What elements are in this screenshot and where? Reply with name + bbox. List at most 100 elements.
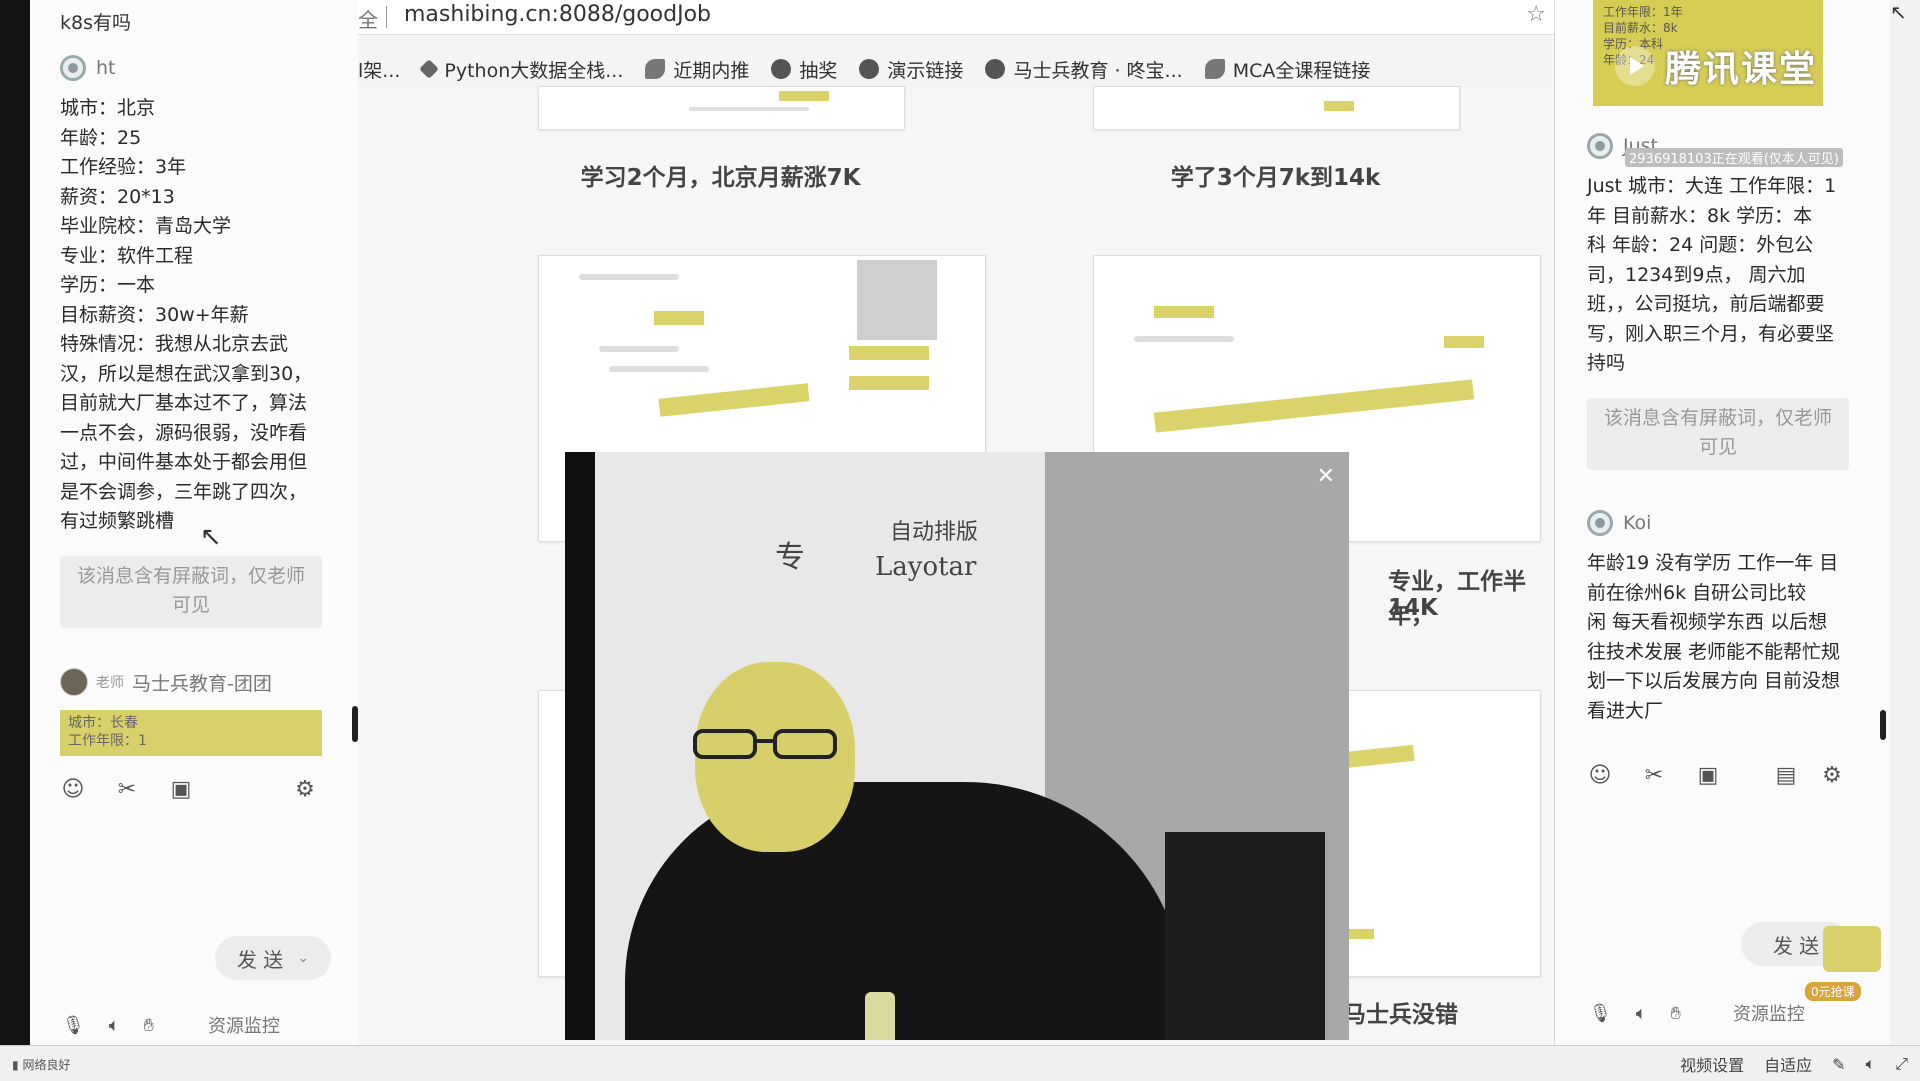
speaker-icon[interactable]: 🔈︎ (109, 1015, 120, 1036)
preview-line: 城市：长春 (68, 715, 138, 731)
msg-line: 年龄：25 (60, 126, 142, 149)
promo-gift[interactable] (1823, 926, 1881, 972)
hand-raise-icon[interactable]: ✋︎ (1671, 1003, 1681, 1024)
msg-line: 学历：一本 (60, 274, 156, 296)
send-label: 发 送 (1772, 933, 1820, 958)
right-edge (1890, 0, 1920, 1045)
chat-toolbar: ☺ ✂ ▣ (1587, 762, 1721, 788)
hand-raise-icon[interactable]: ✋︎ (144, 1015, 154, 1036)
bookmark-label: 马士兵教育 · 咚宝... (1013, 59, 1183, 82)
chat-message-header: Koi (1587, 510, 1651, 536)
msg-line: 科 年龄：24 问题：外包公 (1587, 234, 1814, 256)
msg-line: 目前就大厂基本过不了，算法 (60, 392, 308, 414)
watermark-text: 腾讯课堂 (1665, 49, 1818, 90)
emoji-icon[interactable]: ☺ (60, 776, 86, 802)
chevron-down-icon[interactable]: ⌄ (297, 950, 309, 966)
adaptive-button[interactable]: 自适应 (1764, 1052, 1812, 1076)
teacher-message-header: 老师 马士兵教育-团团 (60, 668, 272, 696)
whiteboard-text: 专 (775, 540, 805, 575)
msg-line: 是不会调参，三年跳了四次， (60, 480, 308, 503)
msg-line: 特殊情况：我想从北京去武 (60, 333, 289, 355)
thumb-line: 工作年限：1年 (1603, 5, 1683, 19)
microphone-icon[interactable]: 🎙︎ (1589, 1003, 1612, 1024)
masked-line: 该消息含有屏蔽词，仅老师 (1603, 407, 1832, 429)
play-icon (1615, 46, 1655, 86)
masked-message: 该消息含有屏蔽词，仅老师 可见 (1587, 398, 1849, 470)
resource-monitor-button[interactable]: 资源监控 (208, 1012, 280, 1038)
card-caption: 学了3个月7k到14k (1170, 165, 1381, 191)
status-bar: ▮ 网络良好 视频设置 自适应 ✎ 🔈︎ ⤢ (0, 1045, 1920, 1081)
msg-line: 司，1234到9点， 周六加 (1587, 263, 1806, 286)
emoji-icon[interactable]: ☺ (1587, 762, 1613, 788)
user-avatar-icon (1587, 510, 1613, 536)
send-button[interactable]: 发 送 ⌄ (215, 936, 331, 980)
left-edge (0, 0, 30, 1045)
video-frame-edge (565, 452, 595, 1040)
chat-message-body: 年龄19 没有学历 工作一年 目 前在徐州6k 自研公司比较 闲 每天看视频学东… (1587, 549, 1840, 726)
bookmark-item[interactable]: 抽奖 (771, 56, 837, 83)
bookmark-item[interactable]: 马士兵教育 · 咚宝... (985, 56, 1183, 83)
screenshot-card (1093, 86, 1460, 130)
scissors-icon[interactable]: ✂ (114, 776, 140, 802)
video-settings-button[interactable]: 视频设置 (1680, 1052, 1744, 1076)
screenshot-card (538, 86, 905, 130)
msg-line: 年龄19 没有学历 工作一年 目 (1587, 552, 1839, 574)
mouse-cursor-icon: ↖ (200, 522, 222, 552)
bookmark-item[interactable]: l架... (358, 56, 400, 83)
volume-icon[interactable]: 🔈︎ (1866, 1054, 1876, 1074)
bookmark-label: 抽奖 (799, 59, 838, 82)
brush-icon[interactable]: ✎ (1832, 1055, 1845, 1074)
bookmark-label: 近期内推 (673, 59, 750, 82)
msg-line: 往技术发展 老师能不能帮忙规 (1587, 640, 1841, 663)
msg-line: 过，中间件基本处于都会用但 (60, 451, 308, 473)
scissors-icon[interactable]: ✂ (1641, 762, 1667, 788)
speaker-icon[interactable]: 🔈︎ (1636, 1003, 1647, 1024)
fullscreen-icon[interactable]: ⤢ (1895, 1054, 1908, 1074)
address-bar[interactable]: 全 mashibing.cn:8088/goodJob ☆ (358, 0, 1554, 35)
bookmark-icon (645, 59, 666, 79)
bookmark-item[interactable]: Python大数据全栈... (419, 56, 623, 83)
left-bottom-toolbar: 🎙︎ 🔈︎ ✋︎ 资源监控 (62, 1012, 280, 1038)
image-icon[interactable]: ▣ (1695, 762, 1721, 788)
bookmark-star-icon[interactable]: ☆ (1526, 2, 1546, 27)
chat-message-body: 城市：北京 年龄：25 工作经验：3年 薪资：20*13 毕业院校：青岛大学 专… (60, 94, 312, 537)
promo-badge[interactable]: 0元抢课 (1805, 982, 1861, 1001)
right-panel-resize-handle[interactable] (1880, 710, 1886, 740)
bookmark-item[interactable]: 近期内推 (645, 56, 749, 83)
user-avatar-icon (60, 55, 86, 81)
image-icon[interactable]: ▣ (168, 776, 194, 802)
glasses-icon (693, 729, 837, 759)
settings-icon[interactable]: ⚙ (1819, 762, 1845, 788)
signal-icon: ▮ (12, 1058, 19, 1072)
microphone-icon[interactable]: 🎙︎ (62, 1015, 85, 1036)
url-separator (386, 6, 387, 28)
bookmark-item[interactable]: MCA全课程链接 (1204, 56, 1370, 83)
bookmark-icon (859, 59, 880, 79)
send-label: 发 送 (236, 947, 284, 972)
url-text[interactable]: mashibing.cn:8088/goodJob (404, 2, 711, 27)
chat-message-header: ht (60, 55, 116, 81)
close-icon[interactable]: ✕ (1317, 464, 1335, 489)
comment-icon[interactable]: ▤ (1773, 762, 1799, 788)
msg-line: 城市：北京 (60, 97, 156, 119)
chat-message-body: Just 城市：大连 工作年限：1 年 目前薪水：8k 学历：本 科 年龄：24… (1587, 172, 1836, 379)
right-bottom-toolbar: 🎙︎ 🔈︎ ✋︎ 资源监控 (1589, 1000, 1805, 1026)
bookmark-item[interactable]: 演示链接 (859, 56, 963, 83)
teacher-video-window[interactable]: 专 自动排版 Layotar ✕ (565, 452, 1349, 1040)
msg-line: 汉，所以是想在武汉拿到30， (60, 362, 313, 385)
msg-line: 工作经验：3年 (60, 156, 187, 178)
card-caption: 学习2个月，北京月薪涨7K (580, 165, 861, 191)
teacher-message-preview: 城市：长春 工作年限：1 (60, 710, 322, 756)
bookmark-icon (419, 59, 440, 79)
tencent-classroom-watermark: 腾讯课堂 (1615, 40, 1817, 92)
bookmark-icon (771, 59, 792, 79)
settings-icon[interactable]: ⚙ (292, 776, 318, 802)
msg-line: 年 目前薪水：8k 学历：本 (1587, 204, 1813, 227)
bookmark-icon (985, 59, 1006, 79)
chat-username: ht (96, 57, 116, 79)
bookmark-icon (1204, 59, 1225, 79)
resource-monitor-button[interactable]: 资源监控 (1733, 1000, 1805, 1026)
left-chat-panel: k8s有吗 ht 城市：北京 年龄：25 工作经验：3年 薪资：20*13 毕业… (30, 0, 359, 1045)
teacher-tag: 老师 (96, 675, 124, 691)
water-bottle (865, 992, 895, 1040)
